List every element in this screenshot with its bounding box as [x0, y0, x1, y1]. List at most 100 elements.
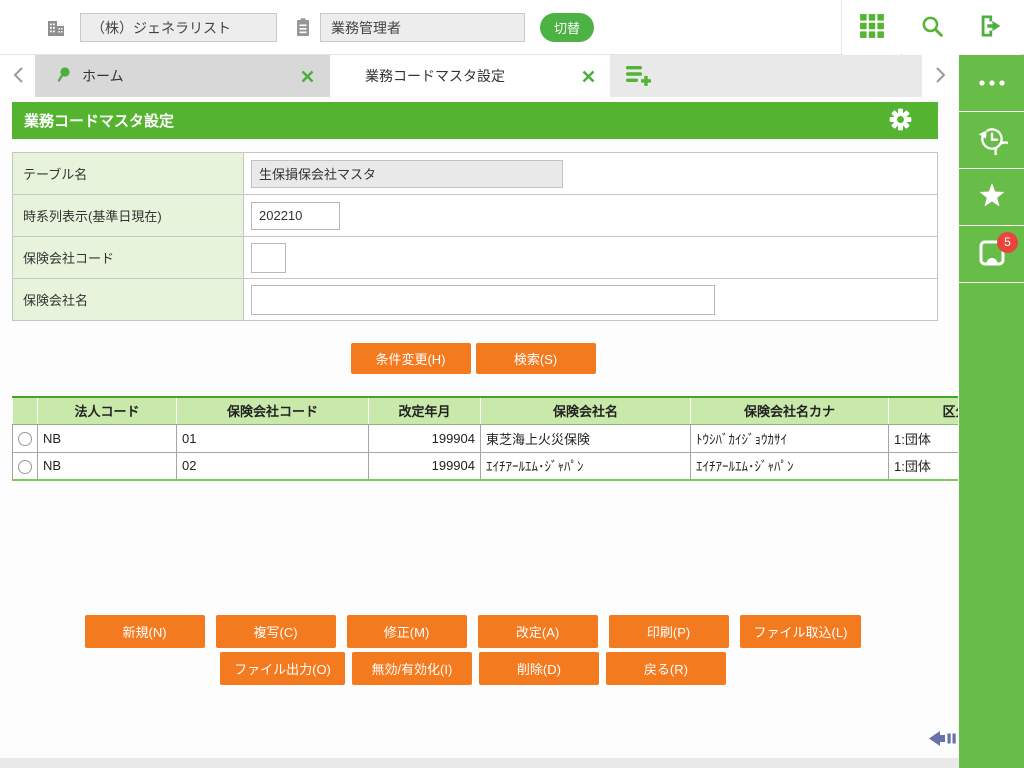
role-clipboard-icon: [294, 17, 312, 43]
form-row-insurer-code: 保険会社コード: [13, 237, 938, 279]
logout-button[interactable]: [962, 0, 1020, 55]
notification-badge: 5: [997, 232, 1018, 253]
tab-home-close-icon[interactable]: [301, 70, 314, 83]
results-header-row: 法人コード 保険会社コード 改定年月 保険会社名 保険会社名カナ 区分: [13, 397, 959, 424]
tab-bar: ホーム 業務コードマスタ設定: [0, 55, 1024, 97]
header-separator: [841, 0, 842, 55]
tab-home-label: ホーム: [82, 66, 124, 86]
row-select-radio[interactable]: [18, 432, 32, 446]
table-name-input[interactable]: [251, 160, 563, 188]
corp-code-cell: NB: [38, 424, 177, 452]
tab-business-code-master[interactable]: 業務コードマスタ設定: [330, 55, 610, 97]
revision-date-cell: 199904: [369, 452, 481, 480]
category-header: 区分: [889, 397, 959, 424]
favorites-button[interactable]: [959, 169, 1024, 226]
apps-menu-button[interactable]: [843, 0, 901, 55]
file-import-button[interactable]: ファイル取込(L): [740, 615, 862, 648]
table-row[interactable]: NB 01 199904 東芝海上火災保険 ﾄｳｼﾊﾞｶｲｼﾞｮｳｶｻｲ 1:団…: [13, 424, 959, 452]
results-table: 法人コード 保険会社コード 改定年月 保険会社名 保険会社名カナ 区分 NB 0…: [12, 396, 958, 481]
file-export-button[interactable]: ファイル出力(O): [220, 652, 345, 685]
more-menu-button[interactable]: [959, 55, 1024, 112]
role-input[interactable]: [320, 13, 525, 42]
results-table-container: 法人コード 保険会社コード 改定年月 保険会社名 保険会社名カナ 区分 NB 0…: [12, 396, 958, 481]
category-cell: 1:団体: [889, 424, 959, 452]
search-condition-form: テーブル名 時系列表示(基準日現在) 保険会社コード 保険会社名: [12, 152, 938, 321]
add-tab-icon: [625, 64, 652, 89]
print-button[interactable]: 印刷(P): [609, 615, 729, 648]
scroll-left-arrow-icon: [929, 728, 958, 752]
insurer-code-cell: 01: [177, 424, 369, 452]
insurer-name-input[interactable]: [251, 285, 715, 315]
search-button-row: 条件変更(H) 検索(S): [0, 343, 946, 374]
gear-icon: [889, 108, 912, 134]
page-title: 業務コードマスタ設定: [24, 110, 174, 131]
insurer-code-label: 保険会社コード: [13, 237, 244, 279]
logout-icon: [977, 12, 1005, 43]
delete-button[interactable]: 削除(D): [479, 652, 599, 685]
collapse-panel-button[interactable]: [929, 728, 958, 752]
scroll-tabs-left-button[interactable]: [4, 55, 32, 97]
insurer-kana-cell: ﾄｳｼﾊﾞｶｲｼﾞｮｳｶｻｲ: [691, 424, 889, 452]
notifications-tray-button[interactable]: 5: [959, 226, 1024, 283]
search-execute-button[interactable]: 検索(S): [476, 343, 596, 374]
back-button[interactable]: 戻る(R): [606, 652, 726, 685]
new-button[interactable]: 新規(N): [85, 615, 205, 648]
chevron-left-icon: [13, 66, 24, 87]
insurer-code-input[interactable]: [251, 243, 286, 273]
form-row-base-date: 時系列表示(基準日現在): [13, 195, 938, 237]
company-input[interactable]: [80, 13, 277, 42]
app-window: 切替: [0, 0, 1024, 768]
search-button[interactable]: [903, 0, 961, 55]
insurer-name-label: 保険会社名: [13, 279, 244, 321]
corp-code-header: 法人コード: [38, 397, 177, 424]
tab-home[interactable]: ホーム: [35, 55, 330, 97]
enable-disable-button[interactable]: 無効/有効化(I): [352, 652, 472, 685]
form-row-insurer-name: 保険会社名: [13, 279, 938, 321]
top-header-bar: 切替: [0, 0, 1024, 55]
company-building-icon: [46, 17, 66, 44]
right-sidebar: 5: [959, 55, 1024, 768]
table-row[interactable]: NB 02 199904 ｴｲﾁｱｰﾙｴﾑ･ｼﾞｬﾊﾟﾝ ｴｲﾁｱｰﾙｴﾑ･ｼﾞ…: [13, 452, 959, 480]
page-title-bar: 業務コードマスタ設定: [12, 102, 938, 139]
tab-strip: ホーム 業務コードマスタ設定: [35, 55, 922, 97]
category-cell: 1:団体: [889, 452, 959, 480]
tab-active-label: 業務コードマスタ設定: [365, 66, 505, 86]
chevron-right-icon: [935, 66, 946, 87]
revision-date-header: 改定年月: [369, 397, 481, 424]
search-icon: [920, 14, 945, 42]
add-tab-button[interactable]: [625, 64, 652, 89]
row-select-radio[interactable]: [18, 460, 32, 474]
horizontal-scrollbar-track[interactable]: [0, 758, 959, 768]
table-name-label: テーブル名: [13, 153, 244, 195]
main-content: 業務コードマスタ設定: [0, 97, 959, 768]
history-clock-icon: [976, 123, 1008, 158]
apps-grid-icon: [859, 13, 885, 42]
base-date-label: 時系列表示(基準日現在): [13, 195, 244, 237]
insurer-code-header: 保険会社コード: [177, 397, 369, 424]
tab-active-close-icon[interactable]: [582, 70, 595, 83]
copy-button[interactable]: 複写(C): [216, 615, 336, 648]
insurer-name-header: 保険会社名: [481, 397, 691, 424]
insurer-kana-header: 保険会社名カナ: [691, 397, 889, 424]
action-button-row-1: 新規(N) 複写(C) 修正(M) 改定(A) 印刷(P) ファイル取込(L): [0, 615, 946, 648]
pin-icon: [56, 66, 71, 86]
insurer-kana-cell: ｴｲﾁｱｰﾙｴﾑ･ｼﾞｬﾊﾟﾝ: [691, 452, 889, 480]
revise-button[interactable]: 改定(A): [478, 615, 598, 648]
action-button-row-2: ファイル出力(O) 無効/有効化(I) 削除(D) 戻る(R): [0, 652, 946, 685]
more-ellipsis-icon: [977, 76, 1007, 91]
modify-button[interactable]: 修正(M): [347, 615, 467, 648]
base-date-input[interactable]: [251, 202, 340, 230]
form-row-table-name: テーブル名: [13, 153, 938, 195]
insurer-code-cell: 02: [177, 452, 369, 480]
star-icon: [977, 182, 1007, 213]
change-condition-button[interactable]: 条件変更(H): [351, 343, 471, 374]
history-button[interactable]: [959, 112, 1024, 169]
insurer-name-cell: ｴｲﾁｱｰﾙｴﾑ･ｼﾞｬﾊﾟﾝ: [481, 452, 691, 480]
corp-code-cell: NB: [38, 452, 177, 480]
insurer-name-cell: 東芝海上火災保険: [481, 424, 691, 452]
scroll-tabs-right-button[interactable]: [926, 55, 954, 97]
switch-button[interactable]: 切替: [540, 13, 594, 42]
revision-date-cell: 199904: [369, 424, 481, 452]
settings-button[interactable]: [889, 108, 912, 134]
select-column-header: [13, 397, 38, 424]
